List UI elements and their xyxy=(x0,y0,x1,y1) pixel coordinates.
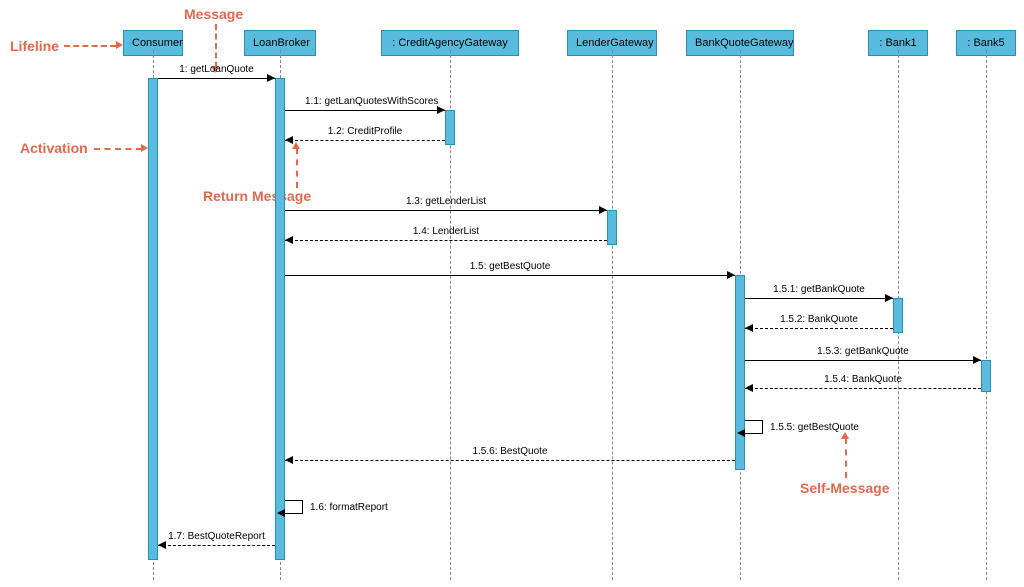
arrow-icon xyxy=(973,356,981,364)
message-label: 1.7: BestQuoteReport xyxy=(157,531,277,542)
annotation-activation-arrow xyxy=(94,148,142,150)
self-message xyxy=(745,420,763,434)
activation-bar xyxy=(893,298,903,333)
return-message xyxy=(285,460,735,461)
message-label: 1.4: LenderList xyxy=(386,226,506,237)
activation-bar xyxy=(607,210,617,245)
message-label: 1.5.3: getBankQuote xyxy=(803,346,923,357)
return-message xyxy=(285,140,445,141)
message-label: 1.5.2: BankQuote xyxy=(759,314,879,325)
call-message xyxy=(745,298,893,299)
message-label: 1.5: getBestQuote xyxy=(450,261,570,272)
message-label: 1.2: CreditProfile xyxy=(305,126,425,137)
annotation-message: Message xyxy=(184,6,243,22)
annotation-lifeline-arrow xyxy=(64,45,116,47)
message-label: 1.6: formatReport xyxy=(310,502,388,513)
annotation-activation-arrowhead xyxy=(141,144,148,152)
return-message xyxy=(745,328,893,329)
annotation-return-message: Return Message xyxy=(203,188,311,204)
arrow-icon xyxy=(285,136,293,144)
annotation-lifeline-arrowhead xyxy=(116,41,123,49)
return-message xyxy=(745,388,981,389)
call-message xyxy=(285,110,445,111)
annotation-activation: Activation xyxy=(20,140,88,156)
call-message xyxy=(745,360,981,361)
arrow-icon xyxy=(727,271,735,279)
message-label: 1.5.6: BestQuote xyxy=(450,446,570,457)
message-label: 1.5.5: getBestQuote xyxy=(770,422,859,433)
activation-bar xyxy=(148,78,158,560)
call-message xyxy=(285,275,735,276)
annotation-self-message: Self-Message xyxy=(800,480,889,496)
arrow-icon xyxy=(745,384,753,392)
annotation-lifeline: Lifeline xyxy=(10,38,59,54)
self-message xyxy=(285,500,303,514)
annotation-return-arrowhead xyxy=(292,142,300,149)
annotation-return-arrow xyxy=(296,148,298,188)
lifeline-dash xyxy=(986,50,987,580)
activation-bar xyxy=(275,78,285,560)
annotation-self-arrow xyxy=(845,438,847,478)
arrow-icon xyxy=(158,541,166,549)
call-message xyxy=(158,78,275,79)
arrow-icon xyxy=(745,324,753,332)
message-label: 1: getLoanQuote xyxy=(157,64,277,75)
message-label: 1.3: getLenderList xyxy=(386,196,506,207)
arrow-icon xyxy=(267,74,275,82)
activation-bar xyxy=(981,360,991,392)
arrow-icon xyxy=(285,236,293,244)
arrow-icon xyxy=(599,206,607,214)
annotation-message-arrow xyxy=(215,24,217,68)
arrow-icon xyxy=(285,456,293,464)
message-label: 1.5.1: getBankQuote xyxy=(759,284,879,295)
message-label: 1.1: getLanQuotesWithScores xyxy=(305,96,425,107)
arrow-icon xyxy=(885,294,893,302)
message-label: 1.5.4: BankQuote xyxy=(803,374,923,385)
lifeline-dash xyxy=(612,50,613,580)
activation-bar xyxy=(735,275,745,470)
call-message xyxy=(285,210,607,211)
arrow-icon xyxy=(437,106,445,114)
return-message xyxy=(158,545,275,546)
annotation-self-arrowhead xyxy=(841,432,849,439)
activation-bar xyxy=(445,110,455,145)
return-message xyxy=(285,240,607,241)
